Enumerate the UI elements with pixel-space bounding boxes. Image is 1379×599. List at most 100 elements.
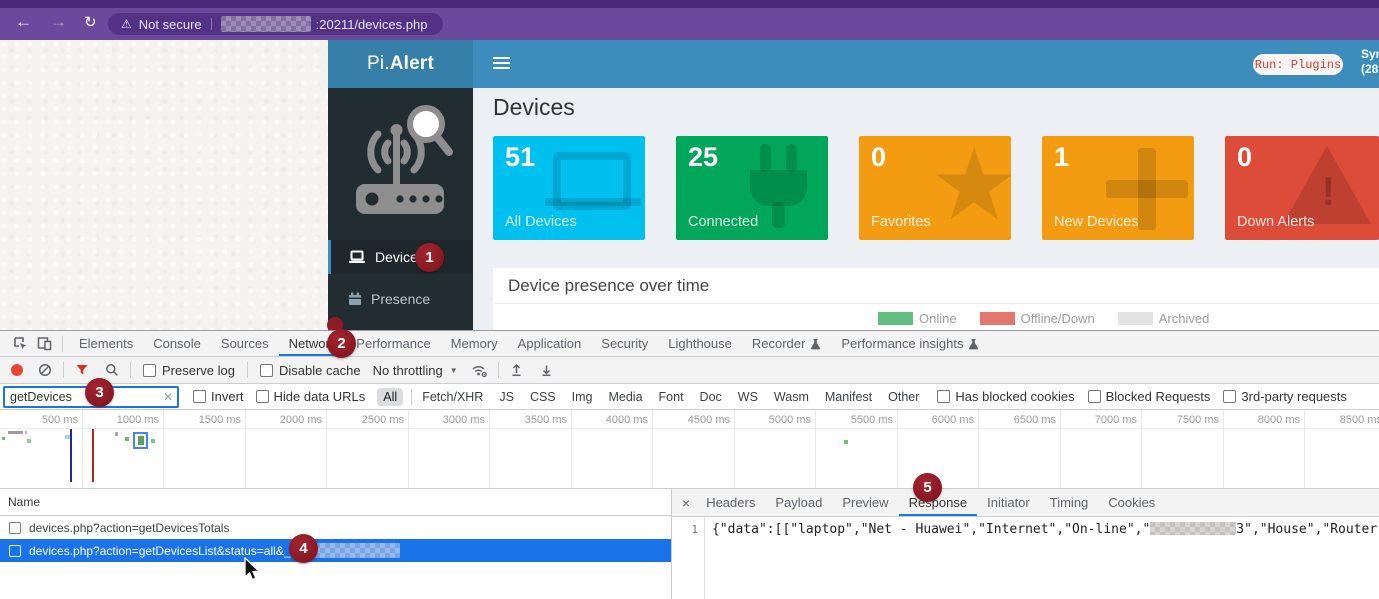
filter-all-pill[interactable]: All (377, 388, 403, 406)
tab-timing[interactable]: Timing (1040, 489, 1099, 516)
filter-funnel-icon[interactable] (70, 359, 94, 381)
request-row-selected[interactable]: devices.php?action=getDevicesList&status… (0, 539, 671, 562)
filter-type-media[interactable]: Media (608, 390, 642, 404)
preserve-log-checkbox[interactable] (143, 364, 156, 377)
network-overview-timeline[interactable]: 500 ms 1000 ms 1500 ms 2000 ms 2500 ms 3… (0, 410, 1379, 489)
throttling-select[interactable]: No throttling (373, 363, 443, 378)
tab-recorder[interactable]: Recorder (742, 331, 831, 356)
legend-item-archived[interactable]: Archived (1118, 311, 1210, 326)
card-favorites[interactable]: ★ 0 Favorites (859, 136, 1011, 240)
tab-performance[interactable]: Performance (346, 331, 440, 356)
legend-item-online[interactable]: Online (878, 311, 957, 326)
card-connected[interactable]: 25 Connected (676, 136, 828, 240)
sidebar-item-presence[interactable]: Presence (328, 282, 473, 316)
back-icon[interactable]: ← (15, 13, 32, 31)
filter-type-manifest[interactable]: Manifest (825, 390, 872, 404)
legend-swatch-archived (1118, 312, 1153, 325)
tab-preview[interactable]: Preview (832, 489, 898, 516)
legend-item-offline[interactable]: Offline/Down (980, 311, 1095, 326)
inspect-element-icon[interactable] (8, 333, 32, 355)
legend-swatch-online (878, 312, 913, 325)
blocked-requests-checkbox[interactable] (1088, 390, 1101, 403)
address-bar[interactable]: ⚠ Not secure :20211/devices.php (108, 13, 443, 35)
tab-console[interactable]: Console (143, 331, 211, 356)
plus-icon-bar (1138, 148, 1156, 230)
hide-data-urls-checkbox[interactable] (256, 390, 269, 403)
timeline-tick: 5500 ms (815, 414, 893, 426)
legend-label: Archived (1159, 311, 1210, 326)
has-blocked-cookies-checkbox[interactable] (937, 390, 950, 403)
forward-icon[interactable]: → (50, 13, 67, 31)
filter-type-css[interactable]: CSS (530, 390, 556, 404)
response-body[interactable]: 1 {"data":[["laptop","Net - Huawei","Int… (672, 517, 1379, 599)
hamburger-menu-icon[interactable] (493, 57, 510, 72)
clear-icon[interactable] (33, 359, 57, 381)
tab-elements[interactable]: Elements (69, 331, 143, 356)
star-icon: ★ (929, 136, 1011, 240)
chevron-down-icon: ▼ (450, 366, 458, 375)
presence-panel: Device presence over time Online Offline… (493, 268, 1379, 330)
import-har-icon[interactable] (505, 359, 529, 381)
third-party-requests-checkbox[interactable] (1223, 390, 1236, 403)
invert-checkbox[interactable] (193, 390, 206, 403)
timeline-tick: 1000 ms (81, 414, 159, 426)
pialert-logo[interactable]: Pi.Alert (328, 40, 473, 88)
filter-type-other[interactable]: Other (888, 390, 919, 404)
sidebar-item-label: Presence (371, 291, 430, 307)
request-name: devices.php?action=getDevicesTotals (29, 521, 229, 535)
tab-application[interactable]: Application (508, 331, 592, 356)
disable-cache-label: Disable cache (279, 363, 361, 378)
experiment-flask-icon (968, 338, 979, 350)
panel-divider (493, 303, 1379, 304)
card-value: 1 (1054, 142, 1069, 173)
annotation-badge-3: 3 (85, 378, 114, 407)
card-all-devices[interactable]: 51 All Devices (493, 136, 645, 240)
filter-type-img[interactable]: Img (572, 390, 593, 404)
clear-filter-icon[interactable]: ✕ (163, 390, 173, 404)
browser-toolbar: ← → ↻ ⚠ Not secure :20211/devices.php (0, 0, 1379, 40)
sidebar-item-devices[interactable]: Devices (328, 240, 473, 274)
request-checkbox[interactable] (9, 545, 21, 557)
card-value: 25 (688, 142, 718, 173)
tab-memory[interactable]: Memory (441, 331, 508, 356)
export-har-icon[interactable] (535, 359, 559, 381)
warning-exclamation: ! (1322, 170, 1335, 215)
tab-headers[interactable]: Headers (696, 489, 765, 516)
filter-type-font[interactable]: Font (659, 390, 684, 404)
hide-data-urls-label: Hide data URLs (274, 389, 366, 404)
disable-cache-checkbox[interactable] (260, 364, 273, 377)
filter-type-doc[interactable]: Doc (700, 390, 722, 404)
not-secure-warning-icon: ⚠ (121, 18, 132, 30)
tab-security[interactable]: Security (591, 331, 658, 356)
navbar-corner-text: Sym (28, (1361, 47, 1379, 77)
close-icon[interactable]: × (682, 495, 690, 511)
record-button[interactable] (11, 364, 23, 376)
desktop-wallpaper (0, 40, 328, 330)
filter-type-wasm[interactable]: Wasm (774, 390, 809, 404)
card-label: Favorites (871, 214, 931, 230)
card-new-devices[interactable]: 1 New Devices (1042, 136, 1194, 240)
page-title: Devices (493, 94, 575, 121)
filter-type-ws[interactable]: WS (738, 390, 758, 404)
tab-cookies[interactable]: Cookies (1098, 489, 1165, 516)
request-row[interactable]: devices.php?action=getDevicesTotals (0, 516, 671, 539)
request-checkbox[interactable] (9, 522, 21, 534)
filter-input[interactable] (5, 390, 163, 404)
tab-performance-insights[interactable]: Performance insights (831, 331, 989, 356)
toolbar-separator (411, 389, 412, 405)
filter-type-fetchxhr[interactable]: Fetch/XHR (422, 390, 483, 404)
run-plugins-button[interactable]: Run: Plugins (1253, 54, 1343, 75)
requests-name-header[interactable]: Name (0, 489, 671, 516)
card-down-alerts[interactable]: ! 0 Down Alerts (1225, 136, 1379, 240)
reload-icon[interactable]: ↻ (84, 14, 97, 32)
timeline-label-separator (0, 428, 1379, 429)
filter-type-js[interactable]: JS (499, 390, 514, 404)
device-toolbar-icon[interactable] (32, 333, 56, 355)
domcontentloaded-marker (70, 429, 72, 482)
tab-sources[interactable]: Sources (211, 331, 279, 356)
tab-initiator[interactable]: Initiator (977, 489, 1040, 516)
tab-lighthouse[interactable]: Lighthouse (658, 331, 742, 356)
screenshot-root: ← → ↻ ⚠ Not secure :20211/devices.php Pi… (0, 0, 1379, 599)
tab-payload[interactable]: Payload (765, 489, 832, 516)
network-conditions-icon[interactable] (468, 359, 492, 381)
